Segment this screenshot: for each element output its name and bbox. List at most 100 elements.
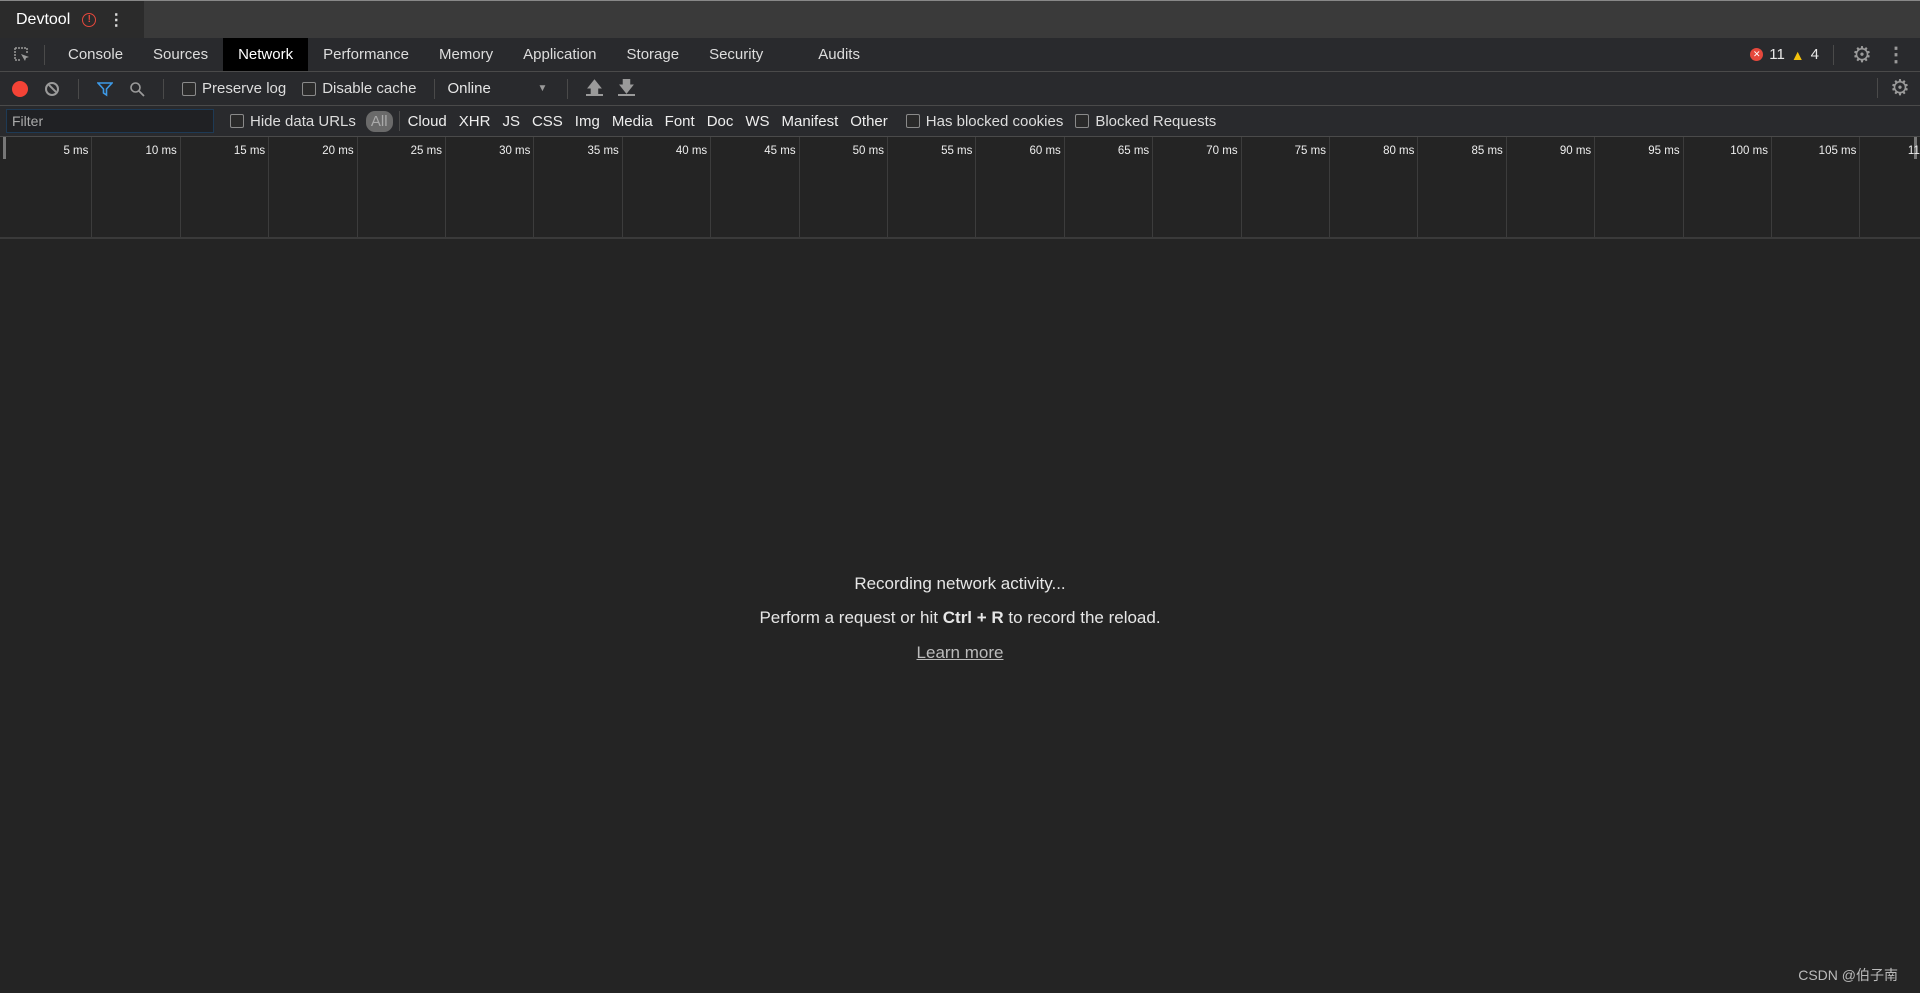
checkbox-box[interactable] bbox=[1075, 114, 1090, 128]
throttling-select[interactable]: Online ▼ bbox=[447, 80, 547, 97]
timeline-tick: 85 ms bbox=[1418, 137, 1507, 237]
divider bbox=[398, 111, 400, 131]
warning-icon[interactable]: ▲ bbox=[1791, 47, 1805, 63]
type-filter-css[interactable]: CSS bbox=[526, 113, 569, 130]
timeline-tick: 20 ms bbox=[269, 137, 358, 237]
type-filter-font[interactable]: Font bbox=[659, 113, 701, 130]
timeline-tick: 35 ms bbox=[534, 137, 623, 237]
timeline-tick: 70 ms bbox=[1153, 137, 1242, 237]
divider bbox=[567, 78, 569, 99]
status-area: ✕ 11 ▲ 4 ⚙ ⋮ bbox=[1750, 38, 1910, 71]
timeline-tick: 110 ms bbox=[1860, 137, 1920, 237]
divider bbox=[44, 44, 45, 65]
checkbox-box[interactable] bbox=[182, 81, 196, 96]
tab-storage[interactable]: Storage bbox=[612, 38, 695, 71]
timeline-tick: 50 ms bbox=[800, 137, 888, 237]
network-settings-gear-icon[interactable]: ⚙ bbox=[1886, 75, 1914, 100]
divider bbox=[434, 78, 436, 99]
type-filter-xhr[interactable]: XHR bbox=[453, 113, 497, 130]
window-title: Devtool bbox=[16, 10, 71, 28]
tab-network[interactable]: Network bbox=[223, 38, 309, 71]
type-filter-manifest[interactable]: Manifest bbox=[776, 113, 845, 130]
blocked-requests-label: Blocked Requests bbox=[1095, 112, 1217, 130]
search-button[interactable] bbox=[123, 77, 151, 101]
watermark: CSDN @伯子南 bbox=[1798, 967, 1898, 983]
type-filter-cloud[interactable]: Cloud bbox=[402, 113, 453, 130]
timeline-tick: 25 ms bbox=[358, 137, 446, 237]
timeline-tick: 30 ms bbox=[446, 137, 535, 237]
type-filter-media[interactable]: Media bbox=[606, 113, 659, 130]
preserve-log-label: Preserve log bbox=[202, 80, 287, 97]
hint-text: to record the reload. bbox=[1003, 608, 1161, 627]
empty-state-title: Recording network activity... bbox=[854, 574, 1066, 593]
filter-input[interactable]: Filter bbox=[6, 109, 214, 133]
clear-button[interactable] bbox=[38, 77, 66, 101]
timeline-tick: 10 ms bbox=[92, 137, 181, 237]
tab-security[interactable]: Security bbox=[694, 38, 803, 71]
more-vertical-icon[interactable]: ⋮ bbox=[108, 10, 124, 30]
tab-performance[interactable]: Performance bbox=[308, 38, 424, 71]
type-filter-ws[interactable]: WS bbox=[739, 113, 775, 130]
timeline-tick: 15 ms bbox=[181, 137, 270, 237]
tab-audits[interactable]: Audits bbox=[803, 38, 875, 71]
network-toolbar: Preserve log Disable cache Online ▼ 🡅 🡇 … bbox=[0, 72, 1920, 106]
alert-icon: ! bbox=[82, 12, 97, 27]
timeline-tick: 60 ms bbox=[976, 137, 1065, 237]
divider bbox=[78, 78, 79, 99]
record-button[interactable] bbox=[6, 77, 34, 101]
checkbox-box[interactable] bbox=[905, 114, 920, 128]
type-filter-js[interactable]: JS bbox=[496, 113, 526, 130]
hide-data-urls-label: Hide data URLs bbox=[250, 112, 356, 130]
inspect-element-icon[interactable] bbox=[8, 43, 36, 67]
filter-toggle-button[interactable] bbox=[91, 77, 119, 101]
filter-bar: Filter Hide data URLs All Cloud XHR JS C… bbox=[0, 106, 1920, 137]
divider bbox=[163, 78, 164, 99]
window-tab[interactable]: Devtool ! ⋮ bbox=[0, 1, 144, 38]
type-filter-doc[interactable]: Doc bbox=[701, 113, 740, 130]
dropdown-arrow-icon: ▼ bbox=[537, 83, 548, 94]
blocked-requests-checkbox[interactable]: Blocked Requests bbox=[1075, 113, 1216, 130]
overview-timeline[interactable]: 5 ms 10 ms 15 ms 20 ms 25 ms 30 ms 35 ms 40 ms 4… bbox=[0, 137, 1920, 239]
tab-console[interactable]: Console bbox=[53, 38, 138, 71]
divider bbox=[1833, 44, 1834, 65]
type-filter-other[interactable]: Other bbox=[844, 113, 894, 130]
learn-more-link[interactable]: Learn more bbox=[917, 643, 1004, 662]
timeline-tick: 55 ms bbox=[888, 137, 977, 237]
import-har-button[interactable]: 🡅 bbox=[580, 77, 608, 101]
timeline-tick: 45 ms bbox=[711, 137, 800, 237]
error-count[interactable]: 11 bbox=[1769, 46, 1785, 63]
export-har-button[interactable]: 🡇 bbox=[612, 77, 640, 101]
checkbox-box[interactable] bbox=[230, 114, 244, 128]
timeline-tick: 65 ms bbox=[1065, 137, 1154, 237]
throttling-value: Online bbox=[447, 80, 491, 97]
timeline-tick: 80 ms bbox=[1330, 137, 1419, 237]
timeline-tick: 40 ms bbox=[623, 137, 712, 237]
has-blocked-cookies-label: Has blocked cookies bbox=[925, 112, 1064, 130]
shortcut-key: Ctrl + R bbox=[942, 608, 1004, 627]
error-icon[interactable]: ✕ bbox=[1750, 48, 1764, 61]
has-blocked-cookies-checkbox[interactable]: Has blocked cookies bbox=[905, 112, 1064, 130]
timeline-tick: 5 ms bbox=[4, 137, 93, 237]
window-titlebar: Devtool ! ⋮ bbox=[0, 0, 1920, 38]
record-icon bbox=[12, 80, 28, 97]
learn-more-container: Learn more bbox=[0, 643, 1920, 663]
checkbox-box[interactable] bbox=[302, 81, 317, 96]
tab-memory[interactable]: Memory bbox=[424, 38, 508, 71]
timeline-tick: 105 ms bbox=[1772, 137, 1861, 237]
tab-sources[interactable]: Sources bbox=[138, 38, 223, 71]
more-vertical-icon[interactable]: ⋮ bbox=[1882, 43, 1910, 67]
disable-cache-checkbox[interactable]: Disable cache bbox=[302, 80, 416, 97]
upload-icon: 🡅 bbox=[586, 78, 603, 96]
preserve-log-checkbox[interactable]: Preserve log bbox=[182, 80, 286, 97]
warning-count[interactable]: 4 bbox=[1811, 46, 1819, 63]
empty-state-hint: Perform a request or hit Ctrl + R to rec… bbox=[0, 608, 1920, 628]
type-filter-img[interactable]: Img bbox=[569, 113, 606, 130]
tab-application[interactable]: Application bbox=[508, 38, 611, 71]
search-icon bbox=[130, 81, 145, 97]
hide-data-urls-checkbox[interactable]: Hide data URLs bbox=[230, 113, 356, 130]
timeline-tick: 75 ms bbox=[1242, 137, 1330, 237]
settings-gear-icon[interactable]: ⚙ bbox=[1848, 42, 1876, 67]
disable-cache-label: Disable cache bbox=[322, 80, 417, 97]
type-filter-all[interactable]: All bbox=[365, 110, 393, 132]
download-icon: 🡇 bbox=[618, 78, 635, 96]
